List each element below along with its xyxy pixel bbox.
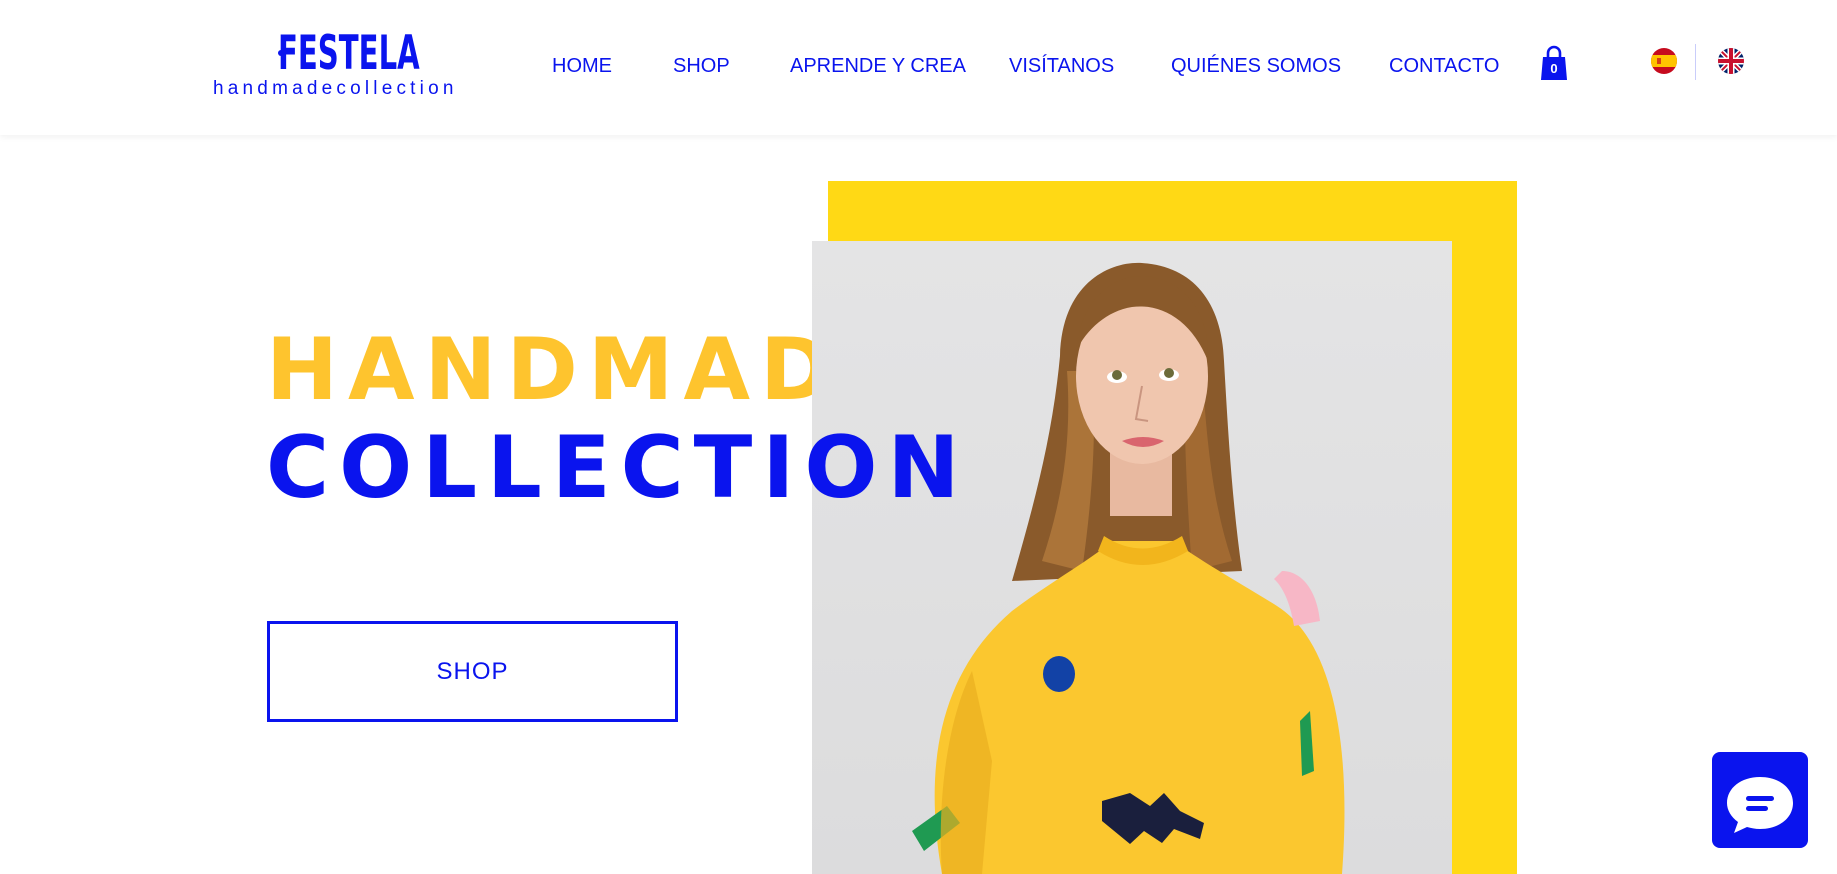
hero-title-collection: COLLECTION <box>266 418 970 518</box>
nav-item-contacto[interactable]: CONTACTO <box>1389 51 1499 81</box>
spain-flag-icon <box>1651 48 1677 74</box>
hero-model-illustration <box>912 262 1345 874</box>
logo-wordmark: FESTELA <box>278 26 420 81</box>
nav-item-aprende-y-crea[interactable]: APRENDE Y CREA <box>790 51 966 81</box>
chat-bubble-icon <box>1727 777 1793 833</box>
nav-item-home[interactable]: HOME <box>552 51 612 81</box>
logo-tagline: handmadecollection <box>213 78 458 99</box>
language-es-button[interactable] <box>1651 48 1677 74</box>
nav-item-shop[interactable]: SHOP <box>673 51 730 81</box>
cart-count: 0 <box>1550 61 1558 76</box>
hero-image <box>812 241 1452 874</box>
nav-item-visitanos[interactable]: VISÍTANOS <box>1009 51 1114 81</box>
nav-item-quienes-somos[interactable]: QUIÉNES SOMOS <box>1171 51 1341 81</box>
language-divider <box>1695 44 1696 80</box>
cart-button[interactable]: 0 <box>1540 44 1568 82</box>
uk-flag-icon <box>1718 48 1744 74</box>
hero-shop-button[interactable]: SHOP <box>267 621 678 722</box>
language-en-button[interactable] <box>1718 48 1744 74</box>
festela-logo[interactable]: FESTELA handmadecollection <box>210 28 460 103</box>
site-header: FESTELA handmadecollection HOME SHOP APR… <box>0 0 1837 135</box>
chat-widget-button[interactable] <box>1712 752 1808 848</box>
